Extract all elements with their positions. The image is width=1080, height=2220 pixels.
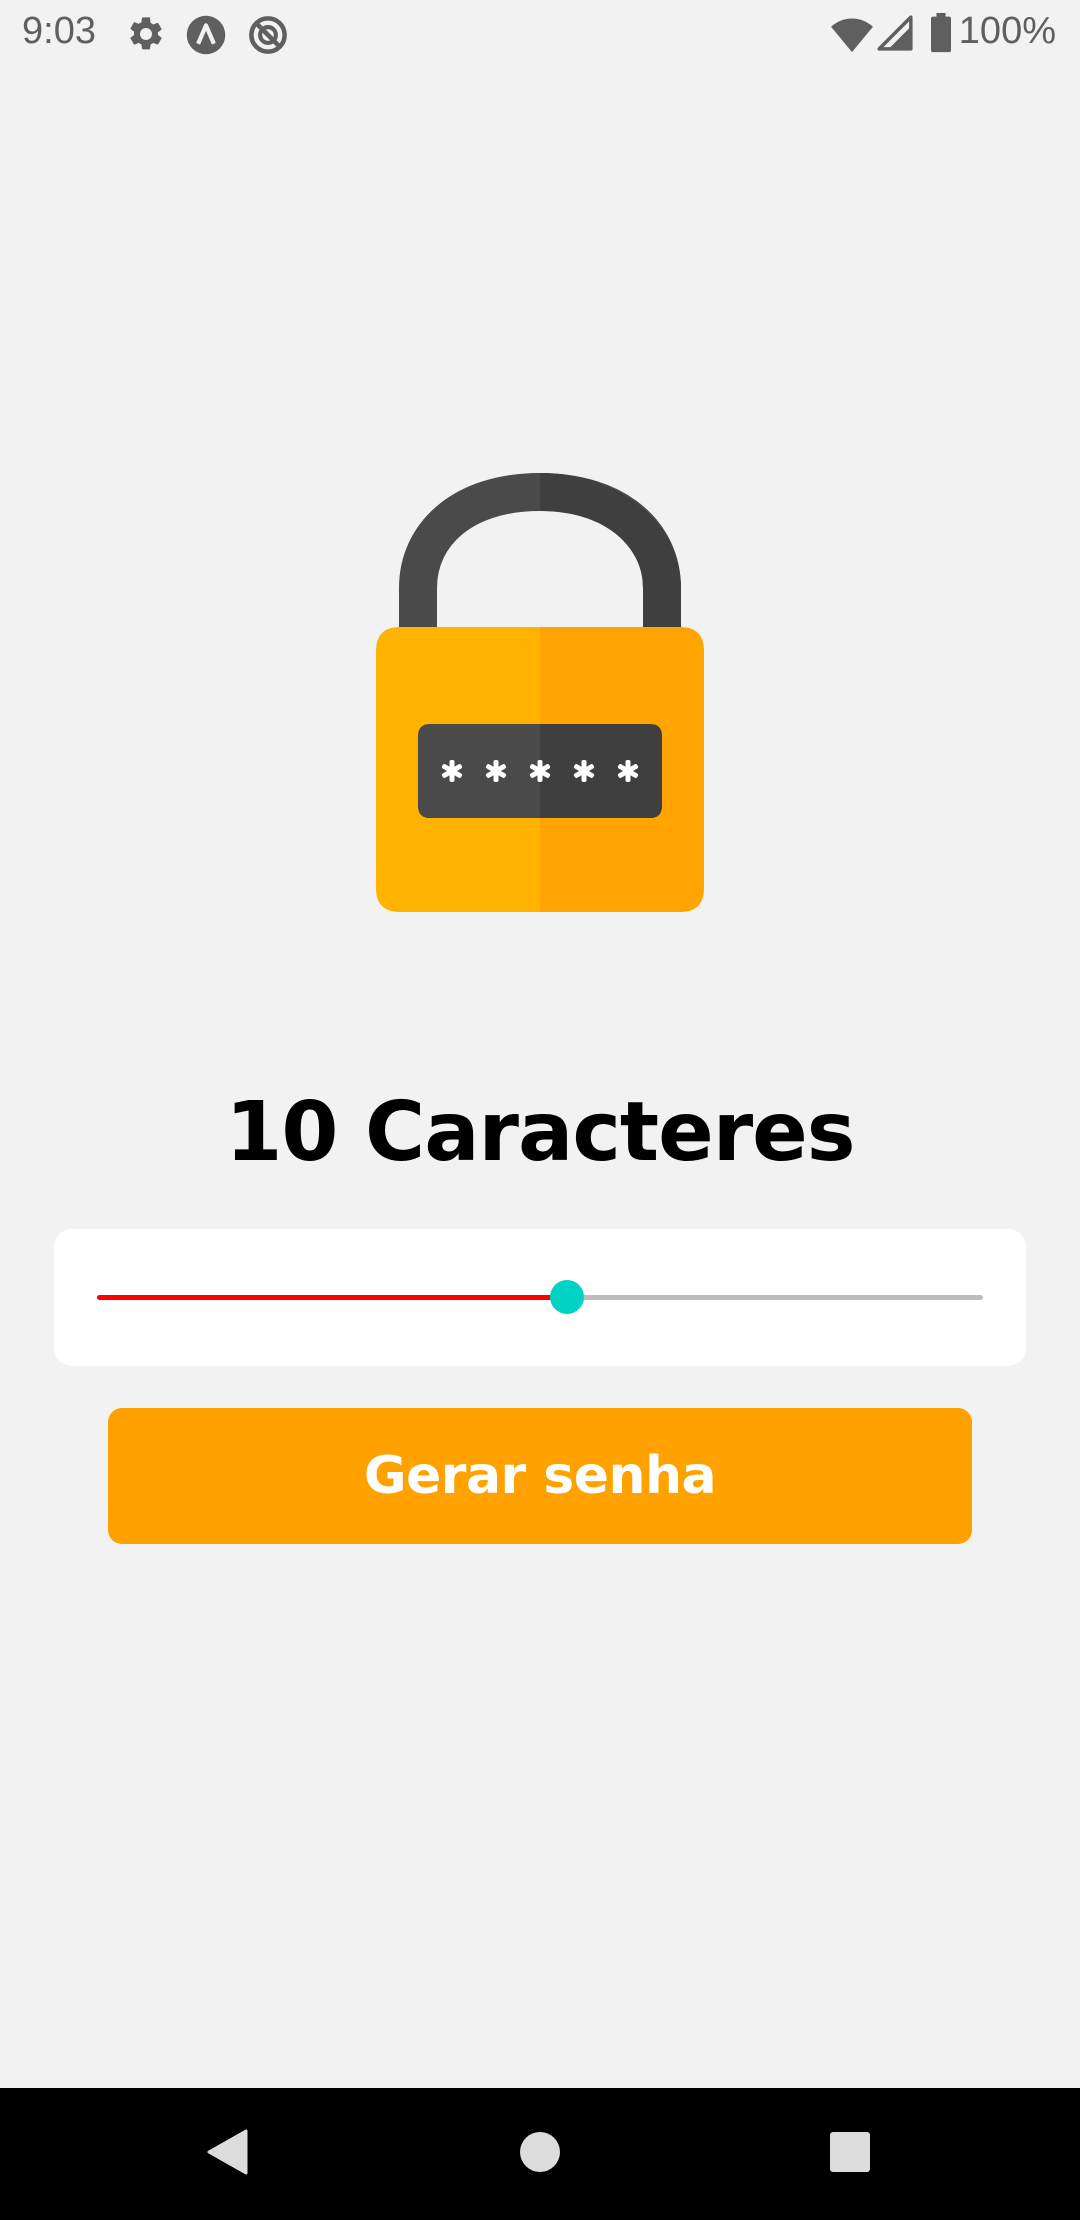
- home-icon: [519, 2131, 561, 2178]
- battery-percentage: 100%: [958, 10, 1056, 52]
- navigation-bar: [0, 2088, 1080, 2220]
- no-sync-icon: [247, 14, 289, 61]
- recents-icon: [829, 2131, 871, 2178]
- back-icon: [206, 2128, 250, 2181]
- wifi-icon: [830, 14, 874, 59]
- padlock-password-icon: [370, 470, 710, 915]
- generate-button-label: Gerar senha: [363, 1446, 717, 1506]
- slider-thumb[interactable]: [550, 1280, 584, 1314]
- battery-icon: [929, 13, 953, 58]
- app-a-icon: [185, 14, 227, 61]
- status-bar: 9:03 100%: [0, 0, 1080, 68]
- length-slider[interactable]: [97, 1280, 983, 1314]
- settings-icon: [126, 14, 166, 59]
- recents-button[interactable]: [780, 2088, 920, 2220]
- back-button[interactable]: [158, 2088, 298, 2220]
- signal-icon: [876, 14, 914, 57]
- length-title: 10 Caracteres: [225, 1085, 855, 1180]
- slider-card: [54, 1229, 1026, 1366]
- status-time: 9:03: [22, 10, 96, 52]
- home-button[interactable]: [470, 2088, 610, 2220]
- generate-password-button[interactable]: Gerar senha: [108, 1408, 972, 1544]
- slider-fill: [97, 1295, 567, 1300]
